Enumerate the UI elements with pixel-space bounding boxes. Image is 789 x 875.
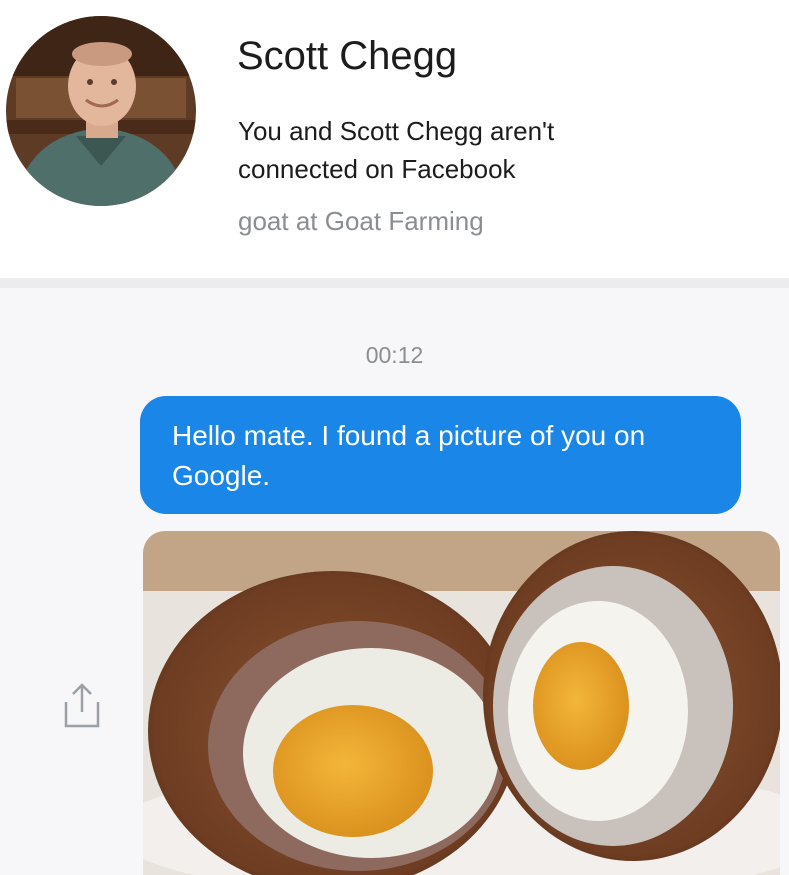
message-bubble[interactable]: Hello mate. I found a picture of you on … [140, 396, 741, 514]
message-thread: 00:12 Hello mate. I found a picture of y… [0, 288, 789, 875]
work-info: goat at Goat Farming [238, 206, 484, 236]
share-icon[interactable] [60, 680, 104, 730]
message-timestamp: 00:12 [365, 342, 424, 368]
shared-photo[interactable] [143, 531, 780, 875]
contact-name: Scott Chegg [237, 34, 458, 78]
connection-note: You and Scott Chegg aren't connected on … [238, 116, 555, 184]
avatar[interactable] [6, 16, 196, 206]
contact-header: Scott Chegg You and Scott Chegg aren't c… [0, 0, 789, 278]
divider [0, 278, 789, 288]
message-text: Hello mate. I found a picture of you on … [172, 420, 646, 491]
